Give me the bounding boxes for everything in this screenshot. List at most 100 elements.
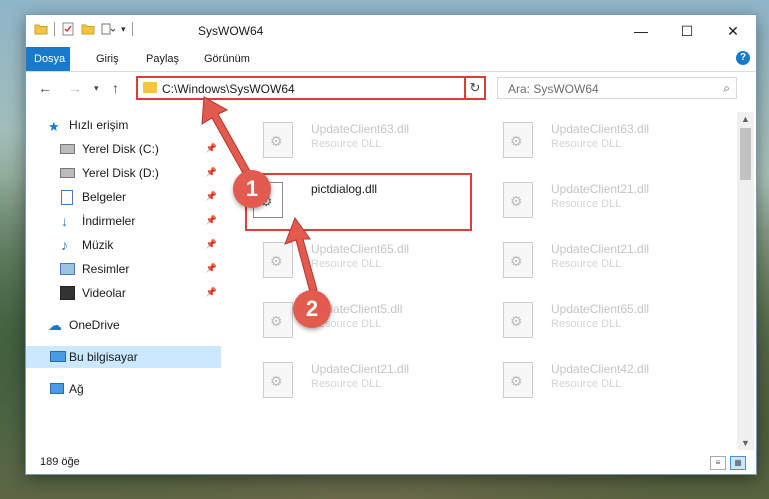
item-count: 189 öğe — [40, 456, 80, 468]
file-type: Resource DLL — [551, 258, 622, 270]
tab-gorunum[interactable]: Görünüm — [196, 47, 258, 71]
dll-file-icon — [263, 122, 293, 158]
download-icon: ↓ — [61, 213, 68, 229]
file-item[interactable]: UpdateClient65.dll Resource DLL — [251, 236, 471, 286]
sidebar-item-videos[interactable]: Videolar 📌 — [26, 282, 221, 304]
pin-icon[interactable]: 📌 — [206, 143, 217, 154]
file-item[interactable]: UpdateClient65.dll Resource DLL — [491, 296, 711, 346]
file-type: Resource DLL — [311, 258, 382, 270]
search-icon[interactable]: ⌕ — [723, 81, 730, 96]
scrollbar-thumb[interactable] — [740, 128, 751, 180]
file-name: UpdateClient42.dll — [551, 362, 650, 376]
recent-locations-icon[interactable]: ▾ — [94, 83, 99, 94]
window-title: SysWOW64 — [198, 24, 264, 38]
file-type: Resource DLL — [551, 378, 622, 390]
sidebar-item-onedrive[interactable]: ☁ OneDrive — [26, 314, 221, 336]
status-bar: 189 öğe ≡ ▦ — [26, 452, 756, 474]
dll-file-icon — [503, 362, 533, 398]
file-name: UpdateClient21.dll — [311, 362, 410, 376]
file-item[interactable]: UpdateClient21.dll Resource DLL — [491, 236, 711, 286]
tab-giris[interactable]: Giriş — [88, 47, 127, 71]
file-item[interactable]: UpdateClient5.dll Resource DLL — [251, 296, 471, 346]
toolbar-separator — [54, 22, 55, 36]
minimize-button[interactable]: — — [618, 15, 664, 47]
documents-icon — [61, 190, 73, 205]
forward-arrow-icon[interactable]: → — [68, 80, 82, 96]
file-name: UpdateClient63.dll — [551, 122, 650, 136]
tab-dosya[interactable]: Dosya — [26, 47, 70, 71]
video-icon — [60, 286, 75, 300]
dll-file-icon — [263, 242, 293, 278]
sidebar-item-this-pc[interactable]: Bu bilgisayar — [26, 346, 221, 368]
up-arrow-icon[interactable]: ↑ — [112, 80, 119, 96]
sidebar-item-label: Belgeler — [82, 190, 127, 204]
file-type: Resource DLL — [551, 318, 622, 330]
file-type: Resource DLL — [311, 378, 382, 390]
pin-icon[interactable]: 📌 — [206, 263, 217, 274]
refresh-icon: ↻ — [469, 80, 481, 95]
close-button[interactable]: ✕ — [710, 15, 756, 47]
file-item[interactable]: UpdateClient42.dll Resource DLL — [491, 356, 711, 406]
sidebar-item-label: Bu bilgisayar — [69, 350, 138, 364]
file-item[interactable]: UpdateClient63.dll Resource DLL — [491, 116, 711, 166]
back-arrow-icon[interactable]: ← — [38, 80, 52, 96]
sidebar-item-pictures[interactable]: Resimler 📌 — [26, 258, 221, 280]
ribbon-tabs: Dosya Giriş Paylaş Görünüm ? — [26, 47, 756, 72]
scroll-down-icon[interactable]: ▼ — [741, 438, 750, 448]
sidebar-item-downloads[interactable]: ↓ İndirmeler 📌 — [26, 210, 221, 232]
file-type: Resource DLL — [551, 198, 622, 210]
sidebar-item-label: OneDrive — [69, 318, 120, 332]
sidebar-item-disk-d[interactable]: Yerel Disk (D:) 📌 — [26, 162, 221, 184]
star-icon: ★ — [48, 119, 60, 134]
details-view-icon[interactable]: ≡ — [710, 456, 726, 470]
sidebar-item-label: Ağ — [69, 382, 84, 396]
quick-access-toolbar: ▾ — [34, 22, 133, 36]
pin-icon[interactable]: 📌 — [206, 239, 217, 250]
sidebar-item-label: Resimler — [82, 262, 130, 276]
pin-icon[interactable]: 📌 — [206, 191, 217, 202]
pin-icon[interactable]: 📌 — [206, 287, 217, 298]
dll-file-icon — [503, 122, 533, 158]
tab-paylas[interactable]: Paylaş — [138, 47, 187, 71]
vertical-scrollbar[interactable]: ▲ ▼ — [737, 112, 754, 450]
file-name: UpdateClient65.dll — [311, 242, 410, 256]
title-bar: ▾ SysWOW64 — ☐ ✕ — [26, 15, 756, 47]
search-input[interactable]: Ara: SysWOW64 ⌕ — [497, 77, 737, 99]
sidebar-item-documents[interactable]: Belgeler 📌 — [26, 186, 221, 208]
file-highlight-box — [245, 173, 472, 231]
tiles-view-icon[interactable]: ▦ — [730, 456, 746, 470]
drive-icon — [60, 144, 75, 154]
search-placeholder: Ara: SysWOW64 — [508, 82, 599, 96]
dll-file-icon — [503, 182, 533, 218]
file-item[interactable]: UpdateClient21.dll Resource DLL — [251, 356, 471, 406]
computer-icon — [50, 351, 66, 362]
pin-icon[interactable]: 📌 — [206, 167, 217, 178]
address-path: C:\Windows\SysWOW64 — [162, 82, 295, 96]
refresh-button[interactable]: ↻ — [464, 76, 486, 100]
sidebar-item-label: Yerel Disk (C:) — [82, 142, 159, 156]
file-item[interactable]: UpdateClient21.dll Resource DLL — [491, 176, 711, 226]
dll-file-icon — [503, 242, 533, 278]
pin-icon[interactable]: 📌 — [206, 215, 217, 226]
file-type: Resource DLL — [311, 138, 382, 150]
callout-1: 1 — [233, 170, 271, 208]
new-folder-icon[interactable] — [81, 22, 95, 36]
sidebar-item-network[interactable]: Ağ — [26, 378, 221, 400]
help-icon[interactable]: ? — [736, 51, 750, 65]
dll-file-icon — [263, 302, 293, 338]
sidebar-item-quick-access[interactable]: ★ Hızlı erişim — [26, 114, 221, 136]
callout-2: 2 — [293, 290, 331, 328]
file-list: UpdateClient63.dll Resource DLL UpdateCl… — [231, 110, 736, 450]
dll-file-icon — [503, 302, 533, 338]
customize-toolbar-icon[interactable] — [101, 22, 115, 36]
chevron-down-icon[interactable]: ▾ — [121, 24, 126, 35]
maximize-button[interactable]: ☐ — [664, 15, 710, 47]
properties-icon[interactable] — [61, 22, 75, 36]
address-bar[interactable]: C:\Windows\SysWOW64 ▾ — [136, 76, 486, 100]
sidebar-item-music[interactable]: ♪ Müzik 📌 — [26, 234, 221, 256]
file-name: UpdateClient21.dll — [551, 242, 650, 256]
sidebar-item-disk-c[interactable]: Yerel Disk (C:) 📌 — [26, 138, 221, 160]
folder-icon — [143, 82, 157, 93]
scroll-up-icon[interactable]: ▲ — [741, 114, 750, 124]
file-item[interactable]: UpdateClient63.dll Resource DLL — [251, 116, 471, 166]
